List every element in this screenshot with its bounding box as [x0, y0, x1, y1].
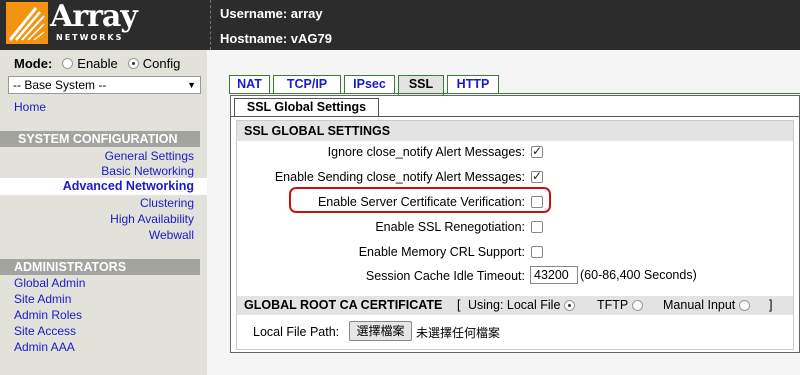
root-ca-local-file-radio[interactable]	[564, 299, 576, 311]
session-timeout-input[interactable]: 43200	[530, 266, 578, 284]
nav-global-admin[interactable]: Global Admin	[14, 276, 85, 290]
ssl-global-settings-header: SSL GLOBAL SETTINGS	[237, 121, 793, 141]
header-divider	[210, 0, 211, 50]
nav-webwall[interactable]: Webwall	[149, 228, 194, 242]
array-logo-icon	[6, 2, 48, 44]
base-system-value: -- Base System --	[13, 78, 107, 92]
mode-label: Mode:	[14, 56, 53, 71]
base-system-select[interactable]: -- Base System -- ▼	[8, 76, 201, 94]
root-ca-manual-input-option[interactable]: Manual Input	[663, 298, 751, 312]
ssl-panel: SSL Global Settings SSL GLOBAL SETTINGS …	[230, 95, 800, 353]
root-ca-manual-input-radio[interactable]	[739, 299, 751, 311]
root-ca-tftp-label: TFTP	[597, 298, 629, 312]
logo-wordmark: Array	[50, 0, 138, 34]
nav-advanced-networking[interactable]: Advanced Networking	[0, 178, 207, 195]
mode-enable-radio[interactable]	[62, 58, 74, 69]
system-configuration-header: SYSTEM CONFIGURATION	[0, 131, 200, 147]
send-close-notify-checkbox[interactable]	[531, 169, 543, 183]
choose-file-button[interactable]: 選擇檔案	[349, 321, 412, 341]
dropdown-arrow-icon: ▼	[187, 80, 196, 90]
logo-subtitle: NETWORKS	[56, 33, 124, 42]
ignore-close-notify-label: Ignore close_notify Alert Messages:	[327, 145, 525, 159]
mode-config-label: Config	[142, 56, 181, 71]
memory-crl-checkbox[interactable]	[531, 246, 543, 258]
root-ca-open-bracket: [	[457, 298, 461, 312]
nav-clustering[interactable]: Clustering	[140, 196, 194, 210]
send-close-notify-label: Enable Sending close_notify Alert Messag…	[274, 170, 525, 184]
nav-high-availability[interactable]: High Availability	[110, 212, 194, 226]
session-timeout-label: Session Cache Idle Timeout:	[365, 269, 525, 283]
tab-ssl[interactable]: SSL	[398, 75, 444, 95]
nav-advanced-networking-label: Advanced Networking	[62, 179, 194, 193]
top-header: Array NETWORKS Username: array Hostname:…	[0, 0, 800, 50]
tab-nat[interactable]: NAT	[229, 75, 270, 93]
nav-site-access[interactable]: Site Access	[14, 324, 76, 338]
local-file-path-label: Local File Path:	[253, 325, 340, 339]
nav-basic-networking[interactable]: Basic Networking	[101, 164, 194, 178]
logo: Array NETWORKS	[0, 0, 207, 50]
mode-enable-label: Enable	[77, 56, 118, 71]
root-ca-tftp-option[interactable]: TFTP	[597, 298, 644, 312]
nav-general-settings[interactable]: General Settings	[105, 149, 194, 163]
tab-underline	[229, 93, 800, 94]
subtab-underline	[231, 116, 799, 117]
root-ca-local-file-label: Using: Local File	[468, 298, 561, 312]
main-content: NAT TCP/IP IPsec SSL HTTP SSL Global Set…	[207, 50, 800, 375]
username-text: Username: array	[220, 6, 323, 21]
subtab-ssl-global-settings[interactable]: SSL Global Settings	[234, 98, 379, 116]
tab-http[interactable]: HTTP	[447, 75, 499, 93]
root-ca-manual-input-label: Manual Input	[663, 298, 736, 312]
memory-crl-label: Enable Memory CRL Support:	[358, 245, 525, 259]
ssl-renegotiation-label: Enable SSL Renegotiation:	[375, 220, 525, 234]
ignore-close-notify-checkbox[interactable]	[531, 144, 543, 158]
file-status-text: 未選擇任何檔案	[416, 326, 501, 340]
ssl-renegotiation-checkbox[interactable]	[531, 221, 543, 233]
mode-config-radio[interactable]	[127, 58, 139, 69]
sidebar: Mode: Enable Config -- Base System -- ▼ …	[0, 50, 207, 375]
settings-form: SSL GLOBAL SETTINGS Ignore close_notify …	[236, 120, 794, 350]
root-ca-tftp-radio[interactable]	[632, 299, 644, 311]
root-ca-close-bracket: ]	[769, 298, 773, 312]
session-timeout-range: (60-86,400 Seconds)	[580, 268, 697, 282]
nav-site-admin[interactable]: Site Admin	[14, 292, 71, 306]
nav-admin-aaa[interactable]: Admin AAA	[14, 340, 75, 354]
server-cert-verification-checkbox[interactable]	[531, 196, 543, 208]
mode-selector: Mode: Enable Config	[14, 56, 190, 71]
tab-ipsec[interactable]: IPsec	[344, 75, 395, 93]
hostname-text: Hostname: vAG79	[220, 31, 332, 46]
tab-tcp-ip[interactable]: TCP/IP	[273, 75, 341, 93]
server-cert-verification-label: Enable Server Certificate Verification:	[317, 195, 525, 209]
administrators-header: ADMINISTRATORS	[0, 259, 200, 275]
nav-admin-roles[interactable]: Admin Roles	[14, 308, 82, 322]
home-link[interactable]: Home	[14, 100, 46, 114]
root-ca-local-file-option[interactable]: Using: Local File	[468, 298, 576, 312]
